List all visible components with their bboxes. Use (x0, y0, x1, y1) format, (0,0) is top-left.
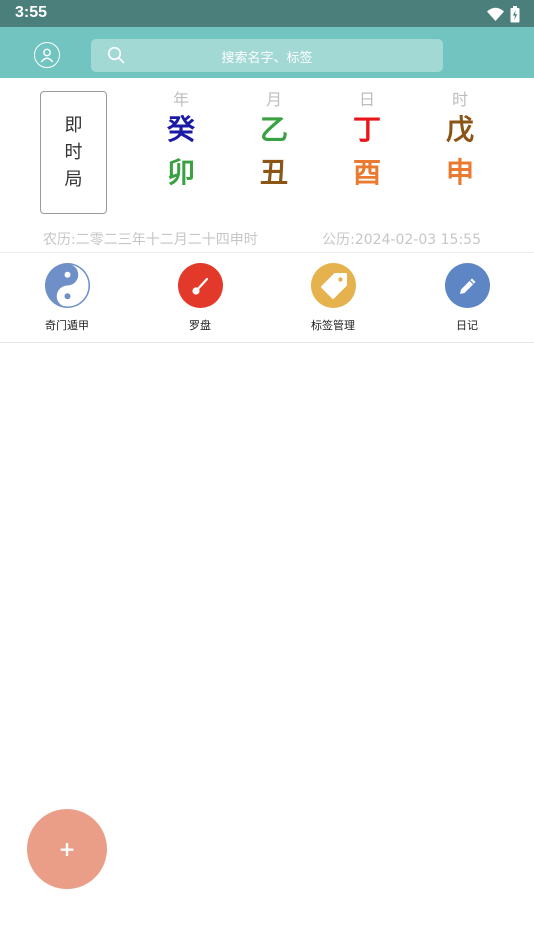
func-label: 奇门遁甲 (45, 319, 89, 332)
divider (0, 342, 534, 343)
pillar-year-stem: 癸 (166, 113, 195, 146)
compass-button[interactable]: 罗盘 (150, 263, 250, 335)
app-header: 搜索名字、标签 (0, 27, 534, 78)
compass-icon (191, 277, 208, 295)
yin-yang-icon (45, 263, 90, 308)
instant-chart-button[interactable]: 即 时 局 (40, 91, 107, 214)
search-placeholder: 搜索名字、标签 (221, 51, 313, 66)
pillar-year-label: 年 (172, 90, 189, 109)
func-icon-circle (311, 263, 356, 308)
pillar-month-label: 月 (265, 90, 282, 109)
func-icon-circle (445, 263, 490, 308)
pillar-month-stem: 乙 (259, 113, 288, 146)
tag-icon (320, 272, 347, 299)
pillar-hour-branch: 申 (445, 156, 474, 189)
qimen-dunjia-button[interactable]: 奇门遁甲 (17, 263, 117, 335)
pillar-day-stem: 丁 (352, 113, 381, 146)
search-input[interactable]: 搜索名字、标签 (91, 39, 443, 72)
func-label: 标签管理 (311, 319, 355, 332)
pillar-day-label: 日 (358, 90, 375, 109)
func-icon-circle (178, 263, 223, 308)
wifi-icon (487, 7, 504, 21)
func-label: 罗盘 (189, 319, 211, 332)
pillar-hour-stem: 戊 (445, 113, 474, 146)
instant-chart-char: 局 (64, 168, 83, 190)
instant-chart-char: 即 (64, 114, 83, 136)
tag-management-button[interactable]: 标签管理 (283, 263, 383, 335)
func-label: 日记 (456, 319, 478, 332)
battery-charging-icon (510, 5, 520, 22)
status-time: 3:55 (15, 4, 48, 21)
profile-button[interactable] (34, 42, 60, 68)
pencil-icon (459, 278, 475, 294)
solar-date: 公历:2024-02-03 15:55 (322, 232, 481, 248)
pillar-hour-label: 时 (451, 90, 468, 109)
divider (0, 252, 534, 253)
pillar-day-branch: 酉 (352, 156, 381, 189)
lunar-date: 农历:二零二三年十二月二十四申时 (43, 232, 258, 248)
pillar-month-branch: 丑 (259, 156, 288, 189)
add-button[interactable]: + (27, 809, 107, 889)
instant-chart-char: 时 (64, 141, 83, 163)
user-icon (40, 48, 54, 63)
func-icon-circle (45, 263, 90, 308)
pillar-year-branch: 卯 (166, 156, 195, 189)
add-icon: + (58, 837, 76, 861)
status-icons (487, 4, 520, 24)
status-bar: 3:55 (0, 0, 534, 27)
diary-button[interactable]: 日记 (417, 263, 517, 335)
